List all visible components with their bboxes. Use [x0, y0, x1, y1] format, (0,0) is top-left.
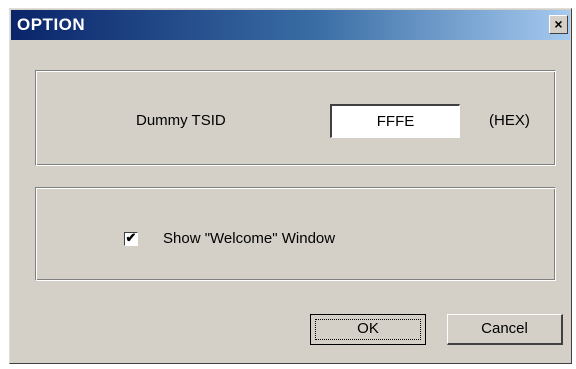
show-welcome-label[interactable]: Show "Welcome" Window [163, 230, 335, 247]
close-button[interactable]: × [549, 15, 568, 34]
dialog-title: OPTION [17, 15, 86, 34]
cancel-button-label: Cancel [481, 320, 528, 337]
tsid-group: Dummy TSID (HEX) [35, 70, 556, 166]
show-welcome-checkbox[interactable]: ✔ [124, 230, 138, 246]
close-icon: × [554, 16, 563, 32]
hex-unit-label: (HEX) [489, 112, 530, 129]
option-dialog: OPTION × Dummy TSID (HEX) ✔ Show "Welcom… [9, 8, 572, 364]
checkmark-icon: ✔ [125, 230, 137, 245]
welcome-group: ✔ Show "Welcome" Window [35, 187, 556, 281]
dummy-tsid-input[interactable] [330, 104, 460, 138]
dummy-tsid-label: Dummy TSID [136, 112, 226, 129]
title-bar[interactable]: OPTION × [11, 10, 570, 40]
cancel-button[interactable]: Cancel [447, 314, 563, 345]
focus-rectangle [315, 319, 421, 340]
ok-button[interactable]: OK [310, 314, 426, 345]
